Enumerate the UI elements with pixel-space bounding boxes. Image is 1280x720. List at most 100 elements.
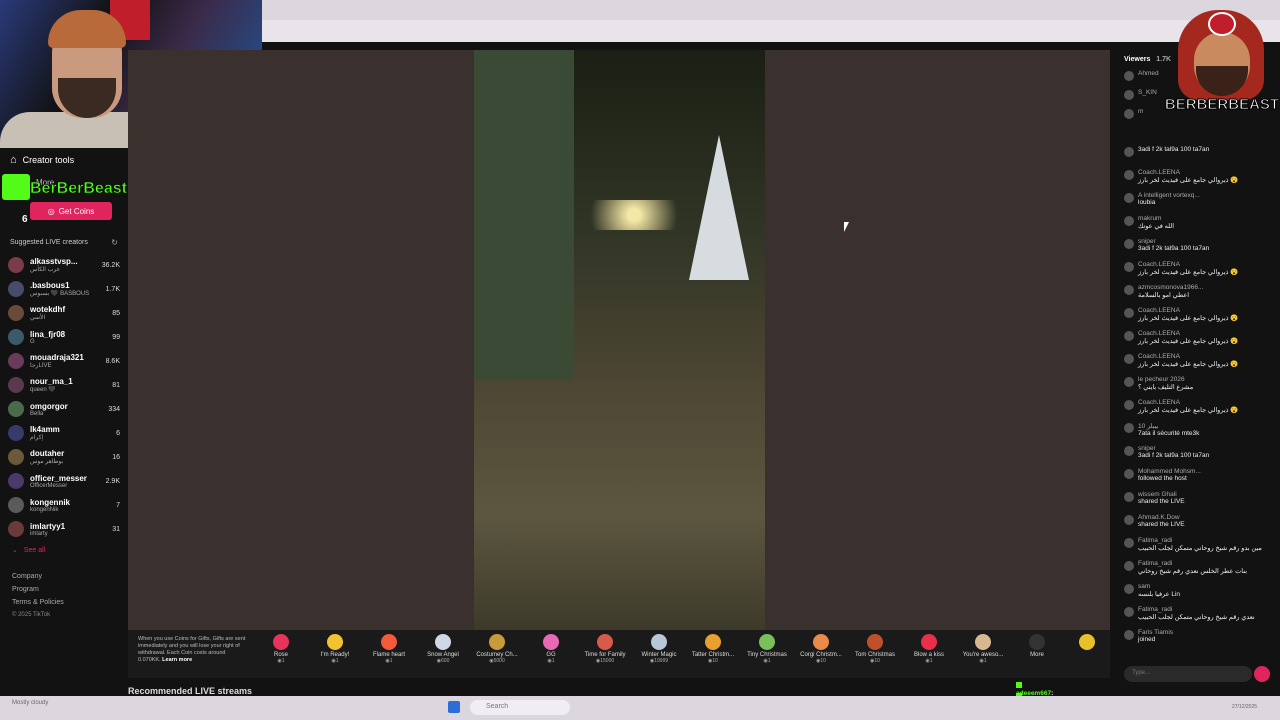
viewer-count: 8.6K (105, 357, 120, 365)
chat-message[interactable]: Mohammed Mohsm... followed the host (1124, 468, 1274, 482)
chat-message-text: Mohammed Mohsm... followed the host (1138, 468, 1201, 482)
viewer-count: 85 (112, 309, 120, 317)
creator-item[interactable]: nour_ma_1 queen 🖤 81 (8, 374, 120, 396)
start-icon[interactable] (448, 701, 460, 713)
gift-price-value: 1 (983, 658, 987, 664)
gift-item[interactable]: Tom Christmas ◉10 (850, 634, 900, 664)
chat-message[interactable]: Faris Tiamis joined (1124, 629, 1274, 643)
footer-company[interactable]: Company (12, 570, 64, 583)
gift-price-value: 1 (551, 658, 555, 664)
creator-item[interactable]: imlartyy1 imlarty 31 (8, 518, 120, 540)
gift-item[interactable]: Rose ◉1 (256, 634, 306, 664)
gift-item[interactable]: I'm Ready! ◉1 (310, 634, 360, 664)
chat-message[interactable]: 10 بيبلز 7ata il sécurité mte3k (1124, 422, 1274, 437)
chat-message[interactable]: Coach.LEENA ذيروالي جامع على فيديث لخر با… (1124, 261, 1274, 276)
chat-message-text: sam عرفيا بلنسه Lin (1138, 583, 1180, 598)
gift-item[interactable]: Time for Family ◉15000 (580, 634, 630, 664)
creator-item[interactable]: lina_fjr08 G 99 (8, 326, 120, 348)
creator-name: .basbous1 (30, 281, 70, 290)
chat-message[interactable]: Fatima_radi نعدي رقم شيخ روحاني متمكن لجل… (1124, 606, 1274, 621)
chat-message-text: Coach.LEENA ذيروالي جامع على فيديث لخر با… (1138, 261, 1238, 276)
creator-item[interactable]: kongennik kongenNik 7 (8, 494, 120, 516)
home-icon: ⌂ (10, 154, 17, 166)
chat-message[interactable]: azmcosmonova1966... اعطي امو بالسلامة (1124, 284, 1274, 299)
creator-item[interactable]: omgorgor Bella 334 (8, 398, 120, 420)
chat-content: 3adi f 2k tal9a 100 ta7an (1138, 245, 1210, 252)
avatar (1124, 584, 1134, 594)
avatar (8, 473, 24, 489)
creator-item[interactable]: mouadraja321 رجاLIVE 8.6K (8, 350, 120, 372)
clock[interactable]: 27/12/2025 (1232, 704, 1257, 710)
chat-message[interactable]: Coach.LEENA ذيروالي جامع على فيديث لخر با… (1124, 399, 1274, 414)
creator-tools-link[interactable]: ⌂ Creator tools (10, 154, 74, 166)
berberbeast-logo: BERBERBEAST (1164, 6, 1280, 130)
viewer-name: Ahmed (1138, 70, 1159, 77)
chat-message[interactable]: Coach.LEENA ذيروالي جامع على فيديث لخر با… (1124, 307, 1274, 322)
gift-price: ◉1 (526, 658, 576, 664)
gift-item[interactable]: GG ◉1 (526, 634, 576, 664)
gift-item[interactable]: Winter Magic ◉19999 (634, 634, 684, 664)
creator-item[interactable]: lk4amm إكرام 6 (8, 422, 120, 444)
gift-item[interactable]: Costumey Ch... ◉5000 (472, 634, 522, 664)
gift-item[interactable]: Corgi Christm... ◉10 (796, 634, 846, 664)
chat-username: Coach.LEENA (1138, 330, 1180, 337)
gift-item[interactable]: Tiny Christmas ◉1 (742, 634, 792, 664)
creator-text: nour_ma_1 queen 🖤 (30, 377, 112, 393)
gift-more-button[interactable]: More (1012, 634, 1062, 658)
avatar (8, 281, 24, 297)
learn-more-link[interactable]: Learn more (162, 657, 192, 663)
footer-links: Company Program Terms & Policies © 2025 … (12, 570, 64, 622)
gift-price: ◉1 (742, 658, 792, 664)
chat-message[interactable]: wissem Ghali shared the LIVE (1124, 491, 1274, 505)
chat-message[interactable]: 3adi f 2k tal9a 100 ta7an (1124, 146, 1274, 157)
creator-item[interactable]: wotekdhf الأسي 85 (8, 302, 120, 324)
gift-item[interactable]: Blow a kiss ◉1 (904, 634, 954, 664)
gift-price-value: 600 (441, 658, 450, 664)
gift-item[interactable]: Tatter Christm... ◉10 (688, 634, 738, 664)
chat-content: shared the LIVE (1138, 498, 1185, 505)
chat-message-text: wissem Ghali shared the LIVE (1138, 491, 1185, 505)
creator-item[interactable]: alkasstvsp... عرب الكأس 36.2K (8, 254, 120, 276)
footer-terms[interactable]: Terms & Policies (12, 596, 64, 609)
chat-message[interactable]: sniper 3adi f 2k tal9a 100 ta7an (1124, 445, 1274, 459)
chat-message[interactable]: sam عرفيا بلنسه Lin (1124, 583, 1274, 598)
refresh-icon[interactable]: ↻ (111, 238, 118, 247)
chat-content: 3adi f 2k tal9a 100 ta7an (1138, 146, 1210, 153)
creator-text: alkasstvsp... عرب الكأس (30, 257, 102, 273)
see-all-link[interactable]: ⌄ See all (12, 546, 45, 555)
heart-icon[interactable] (1254, 666, 1270, 682)
chat-message[interactable]: Ahmad.K.Dow shared the LIVE (1124, 514, 1274, 528)
coin-balance[interactable] (1062, 634, 1112, 652)
chat-message-text: Coach.LEENA ذيروالي جامع على فيديث لخر با… (1138, 399, 1238, 414)
gift-item[interactable]: Flame heart ◉1 (364, 634, 414, 664)
gift-price-value: 1 (389, 658, 393, 664)
chat-message[interactable]: Coach.LEENA ذيروالي جامع على فيديث لخر با… (1124, 330, 1274, 345)
avatar (1124, 400, 1134, 410)
chat-username: Fatima_radi (1138, 606, 1173, 613)
creator-item[interactable]: .basbous1 بسبوس 🖤 BASBOUS 1.7K (8, 278, 120, 300)
chat-message[interactable]: sniper 3adi f 2k tal9a 100 ta7an (1124, 238, 1274, 252)
chat-message[interactable]: makrum الله في عونك (1124, 215, 1274, 230)
creator-item[interactable]: officer_messer OfficerMesser 2.9K (8, 470, 120, 492)
gift-icon (327, 634, 343, 650)
browser-address-bar[interactable] (262, 20, 1280, 42)
chat-message-text: A intelligent vortexq... loubia (1138, 192, 1200, 206)
taskbar-search[interactable]: Search (470, 700, 570, 715)
gift-item[interactable]: You're aweso... ◉1 (958, 634, 1008, 664)
chat-message[interactable]: A intelligent vortexq... loubia (1124, 192, 1274, 206)
chat-message[interactable]: Coach.LEENA ذيروالي جامع على فيديث لخر با… (1124, 353, 1274, 368)
weather-widget[interactable]: Mostly cloudy (12, 700, 48, 706)
brand-name: BerBerBeast (30, 180, 127, 198)
chat-message[interactable]: Coach.LEENA ذيروالي جامع على فيديث لخر با… (1124, 169, 1274, 184)
chat-message[interactable]: Fatima_radi بنات عطر الخلس نعدي رقم شيخ ر… (1124, 560, 1274, 575)
live-video[interactable] (474, 50, 765, 630)
gift-item[interactable]: Snow Angel ◉600 (418, 634, 468, 664)
creator-name: omgorgor (30, 401, 68, 411)
creator-item[interactable]: doutaher بوطاهر موس 16 (8, 446, 120, 468)
chat-message[interactable]: Fatima_radi مين بدو رقم شيخ روحاني متمكن … (1124, 537, 1274, 552)
chat-input[interactable]: Type... (1124, 666, 1252, 682)
footer-program[interactable]: Program (12, 583, 64, 596)
creator-subtitle: رجاLIVE (30, 363, 52, 369)
chat-content: نعدي رقم شيخ روحاني متمكن لجلب الحبيب (1138, 614, 1255, 621)
chat-message[interactable]: le pecheur 2026 مشرع التليف بايني ؟ (1124, 376, 1274, 391)
